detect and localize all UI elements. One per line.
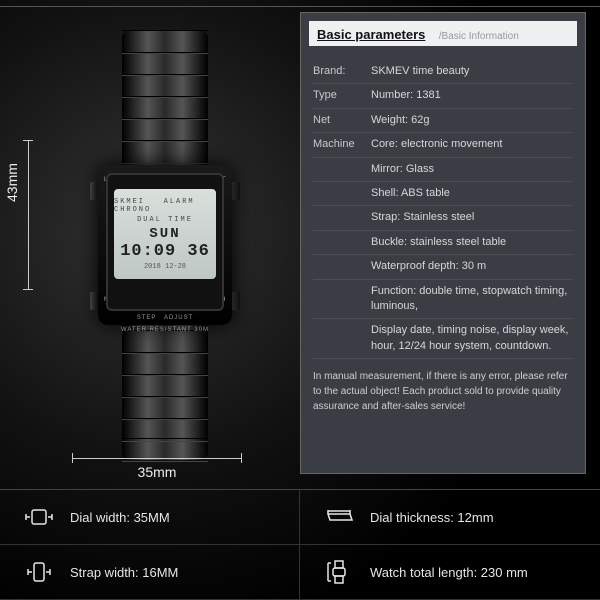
watch-lcd: SKMEI ALARM CHRONO DUAL TIME SUN 10:09 3… (114, 189, 216, 279)
total-length-icon (322, 559, 356, 585)
lcd-dual: DUAL TIME (137, 216, 193, 224)
lcd-time: 10:09 36 (120, 242, 210, 261)
dial-width-icon (22, 504, 56, 530)
dimension-height: 43mm (18, 140, 58, 290)
dial-thickness-icon (322, 504, 356, 530)
metric-dial-thickness: Dial thickness: 12mm (300, 490, 600, 545)
spec-row: NetWeight: 62g (313, 109, 573, 133)
spec-panel: Basic parameters /Basic Information Bran… (300, 12, 586, 474)
spec-row: MachineCore: electronic movement (313, 133, 573, 157)
panel-title: Basic parameters (317, 27, 425, 42)
metric-strap-width: Strap width: 16MM (0, 545, 300, 600)
panel-subtitle: /Basic Information (439, 31, 519, 42)
lcd-day: SUN (149, 226, 180, 242)
label-adjust: ADJUST (164, 315, 193, 321)
lcd-date: 2018 12-28 (144, 263, 186, 271)
metric-label: Strap width: 16MM (70, 565, 178, 580)
top-rule (0, 6, 600, 7)
metric-total-length: Watch total length: 230 mm (300, 545, 600, 600)
spec-list: Brand:SKMEV time beauty TypeNumber: 1381… (301, 54, 585, 422)
dimension-width: 35mm (72, 452, 242, 482)
spec-row: Strap: Stainless steel (313, 206, 573, 230)
label-step: STEP (137, 315, 157, 321)
spec-row: Shell: ABS table (313, 182, 573, 206)
spec-row: Mirror: Glass (313, 158, 573, 182)
metric-label: Watch total length: 230 mm (370, 565, 528, 580)
spec-row: Function: double time, stopwatch timing,… (313, 280, 573, 320)
spec-panel-header: Basic parameters /Basic Information (309, 21, 577, 46)
spec-row: Brand:SKMEV time beauty (313, 60, 573, 84)
watch-case: LIGHT SET MODE 12/24H SKMEI ALARM CHRONO… (98, 165, 232, 325)
metrics-grid: Dial width: 35MM Dial thickness: 12mm St… (0, 489, 600, 600)
dimension-width-value: 35mm (72, 464, 242, 480)
lcd-brand: SKMEI (114, 198, 145, 206)
spec-row: Waterproof depth: 30 m (313, 255, 573, 279)
strap-width-icon (22, 559, 56, 585)
panel-note: In manual measurement, if there is any e… (313, 369, 573, 414)
product-infographic: LIGHT SET MODE 12/24H SKMEI ALARM CHRONO… (0, 0, 600, 600)
metric-label: Dial width: 35MM (70, 510, 170, 525)
spec-row: Buckle: stainless steel table (313, 231, 573, 255)
watch-image: LIGHT SET MODE 12/24H SKMEI ALARM CHRONO… (60, 30, 270, 460)
label-wr: WATER RESISTANT 30M (98, 327, 232, 333)
metric-dial-width: Dial width: 35MM (0, 490, 300, 545)
spec-row: TypeNumber: 1381 (313, 84, 573, 108)
metric-label: Dial thickness: 12mm (370, 510, 494, 525)
dimension-height-value: 43mm (4, 163, 20, 202)
spec-row: Display date, timing noise, display week… (313, 319, 573, 359)
